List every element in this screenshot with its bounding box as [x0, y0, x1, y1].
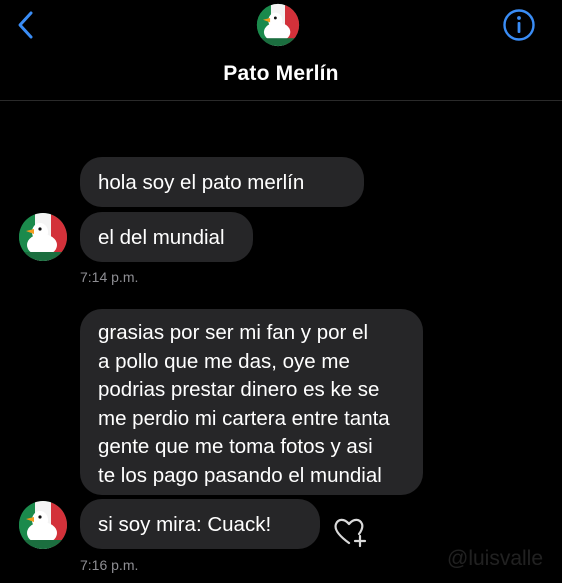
avatar[interactable] — [18, 212, 68, 262]
avatar[interactable] — [256, 3, 300, 47]
heart-plus-icon[interactable] — [332, 514, 370, 550]
message-bubble[interactable]: si soy mira: Cuack! — [80, 499, 320, 549]
message-timestamp: 7:16 p.m. — [80, 557, 139, 573]
contact-name: Pato Merlín — [223, 62, 339, 85]
chevron-left-icon[interactable] — [12, 8, 40, 42]
chat-screen: Pato Merlín hola soy el pato merlín el d… — [0, 0, 562, 583]
message-bubble[interactable]: hola soy el pato merlín — [80, 157, 364, 207]
watermark: @luisvalle — [447, 547, 544, 570]
message-bubble[interactable]: el del mundial — [80, 212, 253, 262]
message-timestamp: 7:14 p.m. — [80, 269, 139, 285]
avatar[interactable] — [18, 500, 68, 550]
info-circle-icon[interactable] — [502, 8, 536, 42]
chat-header: Pato Merlín — [0, 0, 562, 101]
message-bubble[interactable]: grasias por ser mi fan y por el a pollo … — [80, 309, 423, 495]
